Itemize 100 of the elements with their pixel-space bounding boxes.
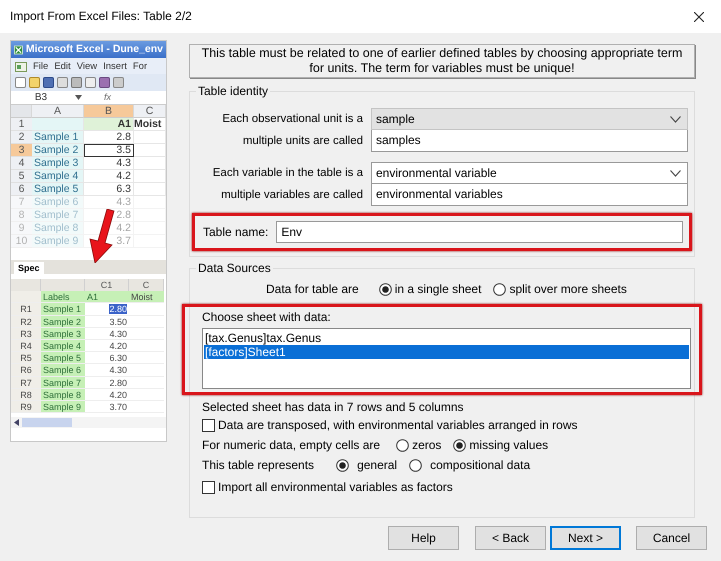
table-cell: Sample 3 <box>32 157 84 170</box>
chevron-down-icon <box>670 116 681 122</box>
table-cell <box>134 144 166 157</box>
excel-icon <box>14 44 23 54</box>
table-cell: Sample 5 <box>32 183 84 196</box>
row-header: 9 <box>11 222 32 235</box>
input-field[interactable]: samples <box>371 130 688 152</box>
excel-title: Microsoft Excel - Dune_env <box>26 42 163 57</box>
menu-item[interactable]: Insert <box>103 58 127 74</box>
name-box[interactable]: B3 <box>11 90 71 105</box>
menu-item[interactable]: Edit <box>54 58 71 74</box>
table-cell: 6.30 <box>109 353 127 364</box>
radio-button[interactable]: general <box>336 458 398 472</box>
table-cell: 3.50 <box>109 316 127 327</box>
checkbox[interactable]: Import all environmental variables as factors <box>196 478 688 497</box>
group-title: Table identity <box>196 84 270 99</box>
row-header: 5 <box>11 170 32 183</box>
pointer-arrow <box>89 209 114 263</box>
toolbar-icon <box>113 77 124 88</box>
table-cell: A1 <box>84 118 134 131</box>
field-label: Choose sheet with data: <box>202 310 332 325</box>
toolbar-icon <box>29 77 40 88</box>
dialog-button[interactable]: Help <box>388 526 459 550</box>
row-header: 10 <box>11 235 32 248</box>
row-header: R9 <box>11 400 41 414</box>
column-header: C <box>129 279 164 292</box>
field-label: Data for table are <box>266 282 359 296</box>
dialog-button[interactable]: Next > <box>550 526 621 550</box>
row-header: 8 <box>11 209 32 222</box>
radio-button[interactable]: compositional data <box>409 458 530 472</box>
table-cell: 4.3 <box>84 196 134 209</box>
field-label: multiple units are called <box>242 134 364 148</box>
table-cell: 2.80 <box>109 304 127 314</box>
row-header: R2 <box>11 316 41 328</box>
toolbar-icon <box>71 77 82 88</box>
table-cell <box>134 131 166 144</box>
list-item[interactable]: [factors]Sheet1 <box>204 345 689 359</box>
table-cell <box>134 196 166 209</box>
table-cell: Sample 2 <box>32 144 84 157</box>
horizontal-scrollbar[interactable] <box>11 417 166 428</box>
sheet-icon <box>15 60 27 72</box>
column-header: C1 <box>85 279 129 292</box>
table-cell: 4.2 <box>84 170 134 183</box>
table-cell: Sample 1 <box>41 303 85 316</box>
list-box[interactable]: [tax.Genus]tax.Genus [factors]Sheet1 <box>202 328 691 389</box>
column-header <box>41 279 85 292</box>
table-cell <box>134 170 166 183</box>
table-cell: 6.3 <box>84 183 134 196</box>
radio-button[interactable]: missing values <box>453 438 548 452</box>
scroll-left-icon <box>14 419 19 426</box>
list-item[interactable]: [tax.Genus]tax.Genus <box>204 331 689 345</box>
field-label: multiple variables are called <box>220 188 364 202</box>
column-header: C <box>134 105 166 118</box>
dropdown-arrow-icon <box>75 95 82 100</box>
row-header: 4 <box>11 157 32 170</box>
row-header: R4 <box>11 340 41 352</box>
table-cell: 4.3 <box>84 157 134 170</box>
toolbar-icon <box>57 77 68 88</box>
window-title: Import From Excel Files: Table 2/2 <box>10 9 192 24</box>
row-header: 1 <box>11 118 32 131</box>
row-header: R5 <box>11 352 41 364</box>
scroll-thumb[interactable] <box>22 418 72 428</box>
table-cell: Sample 3 <box>41 328 85 340</box>
table-cell: Sample 8 <box>41 388 85 401</box>
dialog-button[interactable]: Cancel <box>636 526 707 550</box>
table-cell: Sample 7 <box>41 376 85 389</box>
table-cell: Sample 6 <box>32 196 84 209</box>
field-label: This table represents <box>202 458 314 472</box>
radio-button[interactable]: split over more sheets <box>493 282 627 296</box>
toolbar-icon <box>43 77 54 88</box>
field-label: Each variable in the table is a <box>212 166 364 180</box>
table-cell: 3.5 <box>84 144 134 157</box>
row-header: R3 <box>11 328 41 340</box>
row-header: R7 <box>11 376 41 389</box>
dropdown[interactable]: environmental variable <box>371 162 688 184</box>
sheet-tab[interactable]: Spec <box>14 262 44 274</box>
row-header: R6 <box>11 364 41 376</box>
row-header: 3 <box>11 144 32 157</box>
table-cell: Sample 1 <box>32 131 84 144</box>
info-text: Selected sheet has data in 7 rows and 5 columns <box>201 399 464 416</box>
checkbox[interactable]: Data are transposed, with environmental variables arranged in rows <box>196 416 688 435</box>
table-cell: 4.20 <box>109 340 127 351</box>
toolbar-icon <box>99 77 110 88</box>
table-cell: Sample 8 <box>32 222 84 235</box>
table-cell: Sample 6 <box>41 364 85 376</box>
menu-item[interactable]: File <box>33 58 48 74</box>
menu-item[interactable]: View <box>76 58 98 74</box>
row-header <box>11 291 41 304</box>
radio-button[interactable]: zeros <box>396 438 442 452</box>
table-cell: Sample 5 <box>41 352 85 364</box>
radio-button[interactable]: in a single sheet <box>378 282 482 296</box>
dialog-button[interactable]: < Back <box>475 526 546 550</box>
toolbar-icon <box>85 77 96 88</box>
column-header: B <box>84 105 134 118</box>
table-cell <box>134 209 166 222</box>
input-field[interactable]: Env <box>276 221 683 243</box>
input-field[interactable]: environmental variables <box>371 184 688 206</box>
menu-item[interactable]: For <box>132 58 148 74</box>
table-cell: 2.80 <box>109 378 127 388</box>
formula-label: fx <box>104 91 112 104</box>
